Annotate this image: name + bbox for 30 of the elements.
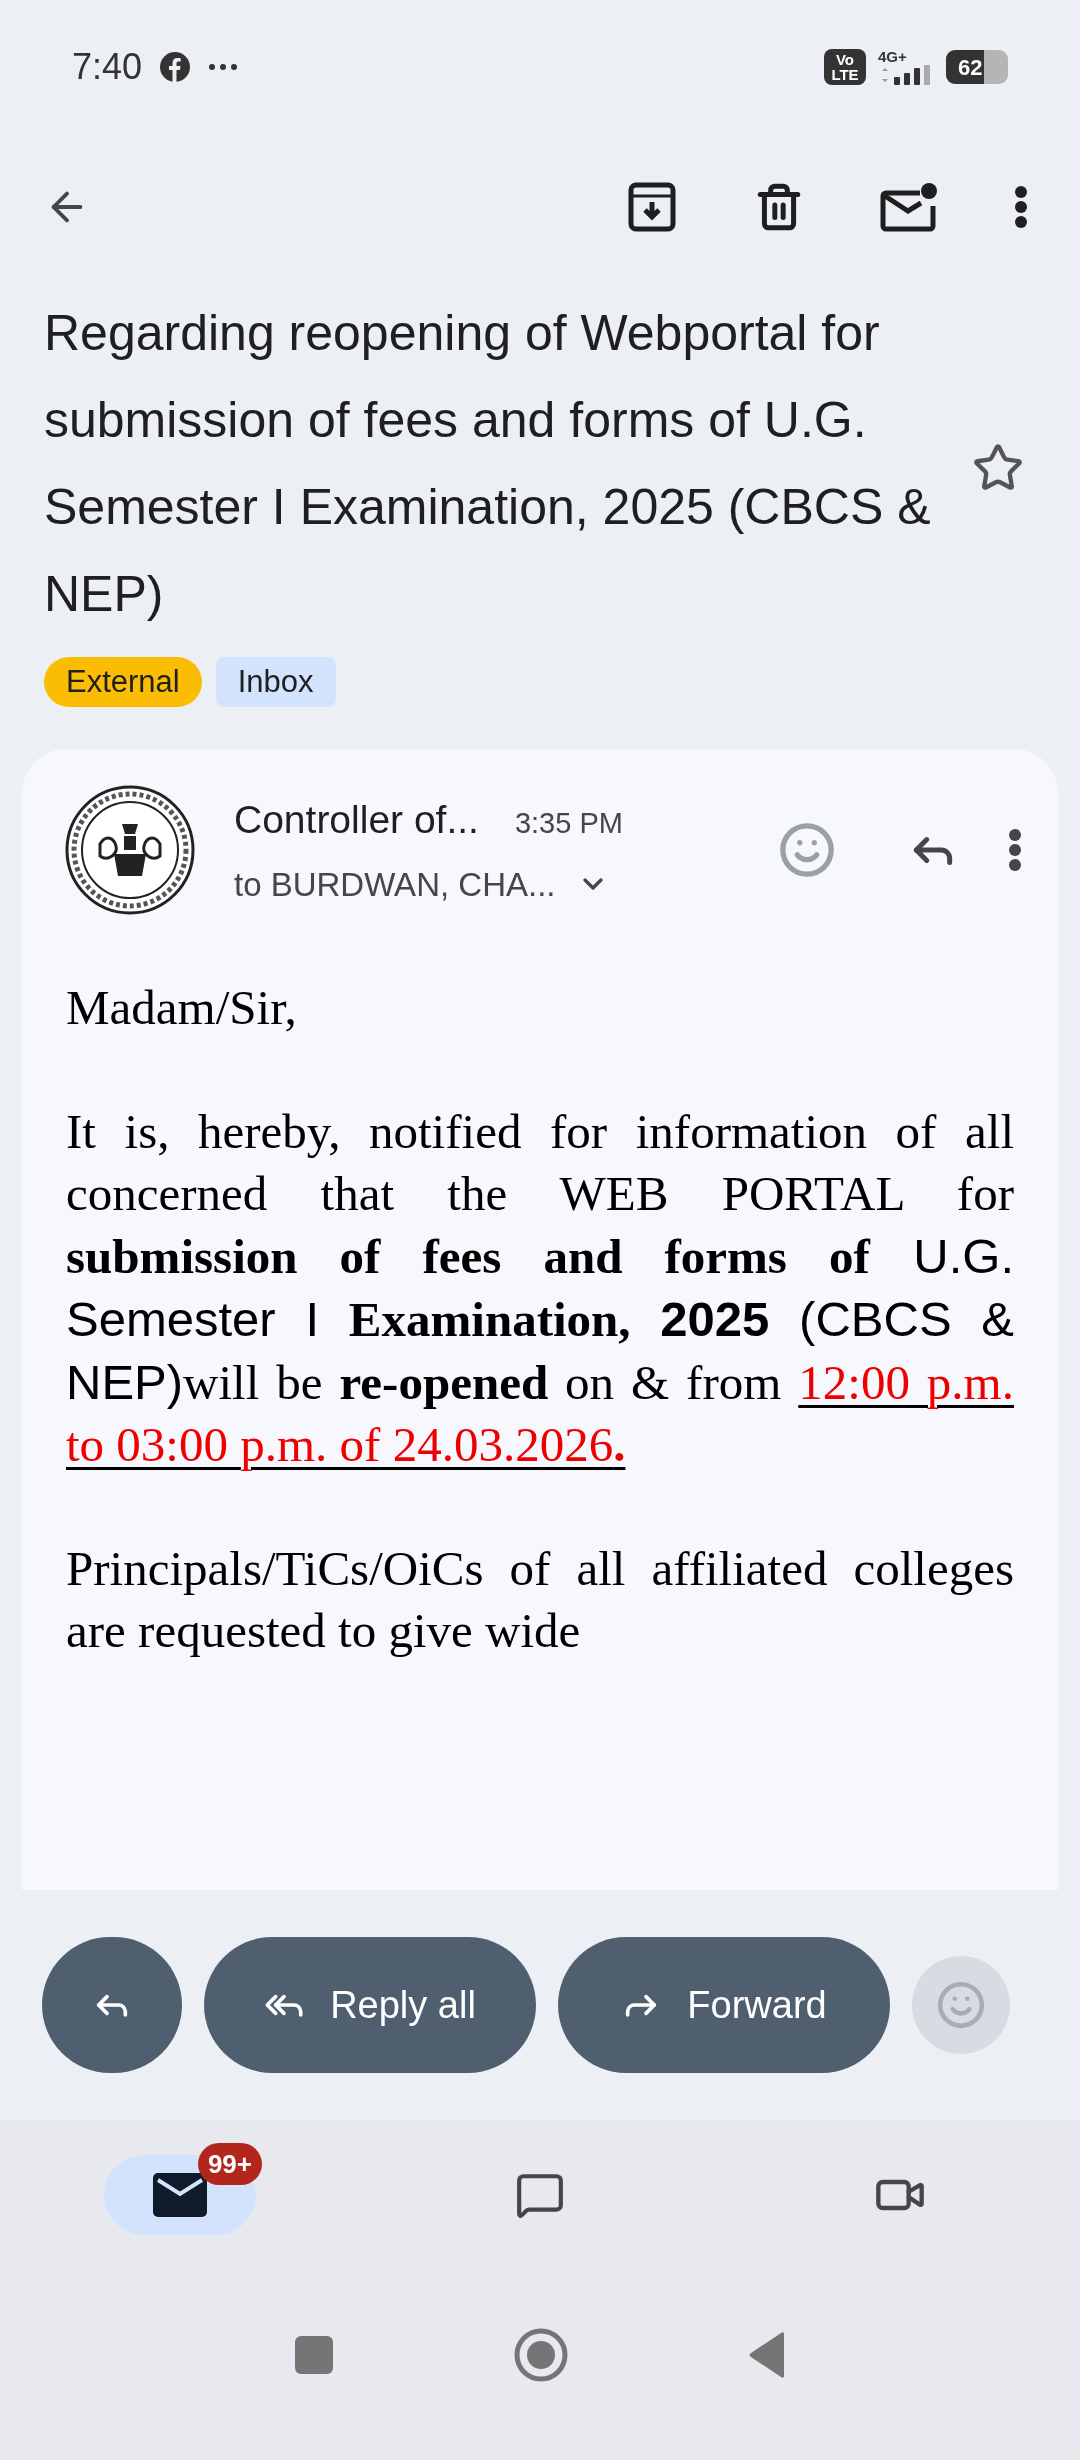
more-notifications-icon (208, 63, 239, 71)
email-subject: Regarding reopening of Webportal for submission of fees and forms of U.G. Semester I Examination, 2025 (CBCS & NEP) (44, 304, 932, 624)
more-vertical-icon (1014, 185, 1028, 229)
action-button[interactable]: Forward (558, 1937, 890, 2073)
body-paragraph: It is, hereby, notified for information of all concerned that the WEB PORTAL for submission of fees and forms of U.G. Semester I Examination, 2025 (CBCS & NEP)will be re-opened on & from 12:00 p.m. to 03:00 p.m. of 24.03.2026. (66, 1103, 1014, 1474)
volte-badge: Vo LTE (824, 49, 866, 85)
more-vertical-icon (1008, 828, 1022, 872)
greeting: Madam/Sir, (66, 979, 298, 1037)
sender-name: Controller of... (234, 797, 479, 843)
back-icon[interactable] (748, 2332, 786, 2378)
action-button[interactable]: Reply all (204, 1937, 536, 2073)
network-type: 4G+ (878, 49, 907, 65)
facebook-icon (160, 52, 191, 82)
mail-icon (153, 2173, 207, 2217)
smiley-icon (936, 1980, 986, 2030)
archive-button[interactable] (626, 181, 678, 233)
body-paragraph: Principals/TiCs/OiCs of all affiliated colleges are requested to give wide (66, 1540, 1014, 1660)
mark-unread-button[interactable] (880, 182, 938, 232)
home-icon[interactable] (514, 2328, 568, 2382)
recents-icon[interactable] (294, 2335, 334, 2375)
more-button[interactable] (1014, 185, 1028, 229)
nav-tab[interactable] (104, 2155, 256, 2235)
label-chip: External (44, 656, 202, 707)
battery-indicator: 62 (946, 50, 1008, 84)
clock: 7:40 (72, 45, 143, 89)
received-time: 3:35 PM (514, 806, 623, 841)
message-more-button[interactable] (1008, 828, 1022, 872)
recipients-toggle[interactable]: to BURDWAN, CHA... (234, 859, 623, 909)
unread-count-badge: 99+ (197, 2143, 262, 2185)
label-chip: Inbox (215, 656, 336, 707)
